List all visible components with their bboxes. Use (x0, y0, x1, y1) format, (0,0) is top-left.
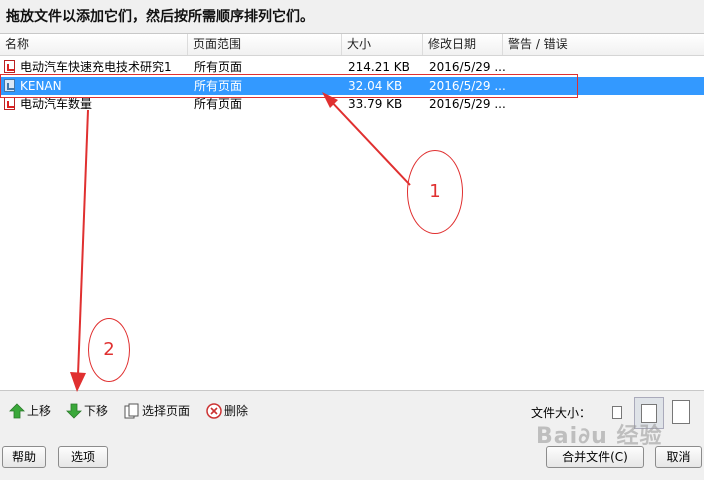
help-button[interactable]: 帮助 (2, 446, 46, 468)
large-file-size-icon[interactable] (672, 400, 690, 424)
annotation-arrow-2-line (77, 109, 89, 376)
select-pages-button[interactable]: 选择页面 (124, 402, 194, 420)
delete-icon (206, 403, 222, 419)
cancel-button[interactable]: 取消 (655, 446, 702, 468)
move-down-button[interactable]: 下移 (66, 402, 112, 420)
arrow-down-icon (66, 403, 82, 419)
annotation-circle-1: 1 (407, 150, 463, 234)
annotation-circle-2: 2 (88, 318, 130, 382)
arrow-up-icon (9, 403, 25, 419)
delete-button[interactable]: 删除 (206, 402, 256, 420)
annotation-arrow-2-head (70, 372, 86, 392)
options-button[interactable]: 选项 (58, 446, 108, 468)
delete-label: 删除 (224, 404, 249, 418)
select-pages-label: 选择页面 (142, 404, 191, 418)
move-up-button[interactable]: 上移 (9, 402, 55, 420)
dialog-button-bar: 帮助 选项 合并文件(C) 取消 (0, 432, 704, 480)
move-down-label: 下移 (84, 404, 109, 418)
pages-icon (124, 403, 139, 419)
merge-files-button[interactable]: 合并文件(C) (546, 446, 644, 468)
annotation-arrow-1-line (327, 97, 411, 186)
move-up-label: 上移 (27, 404, 52, 418)
